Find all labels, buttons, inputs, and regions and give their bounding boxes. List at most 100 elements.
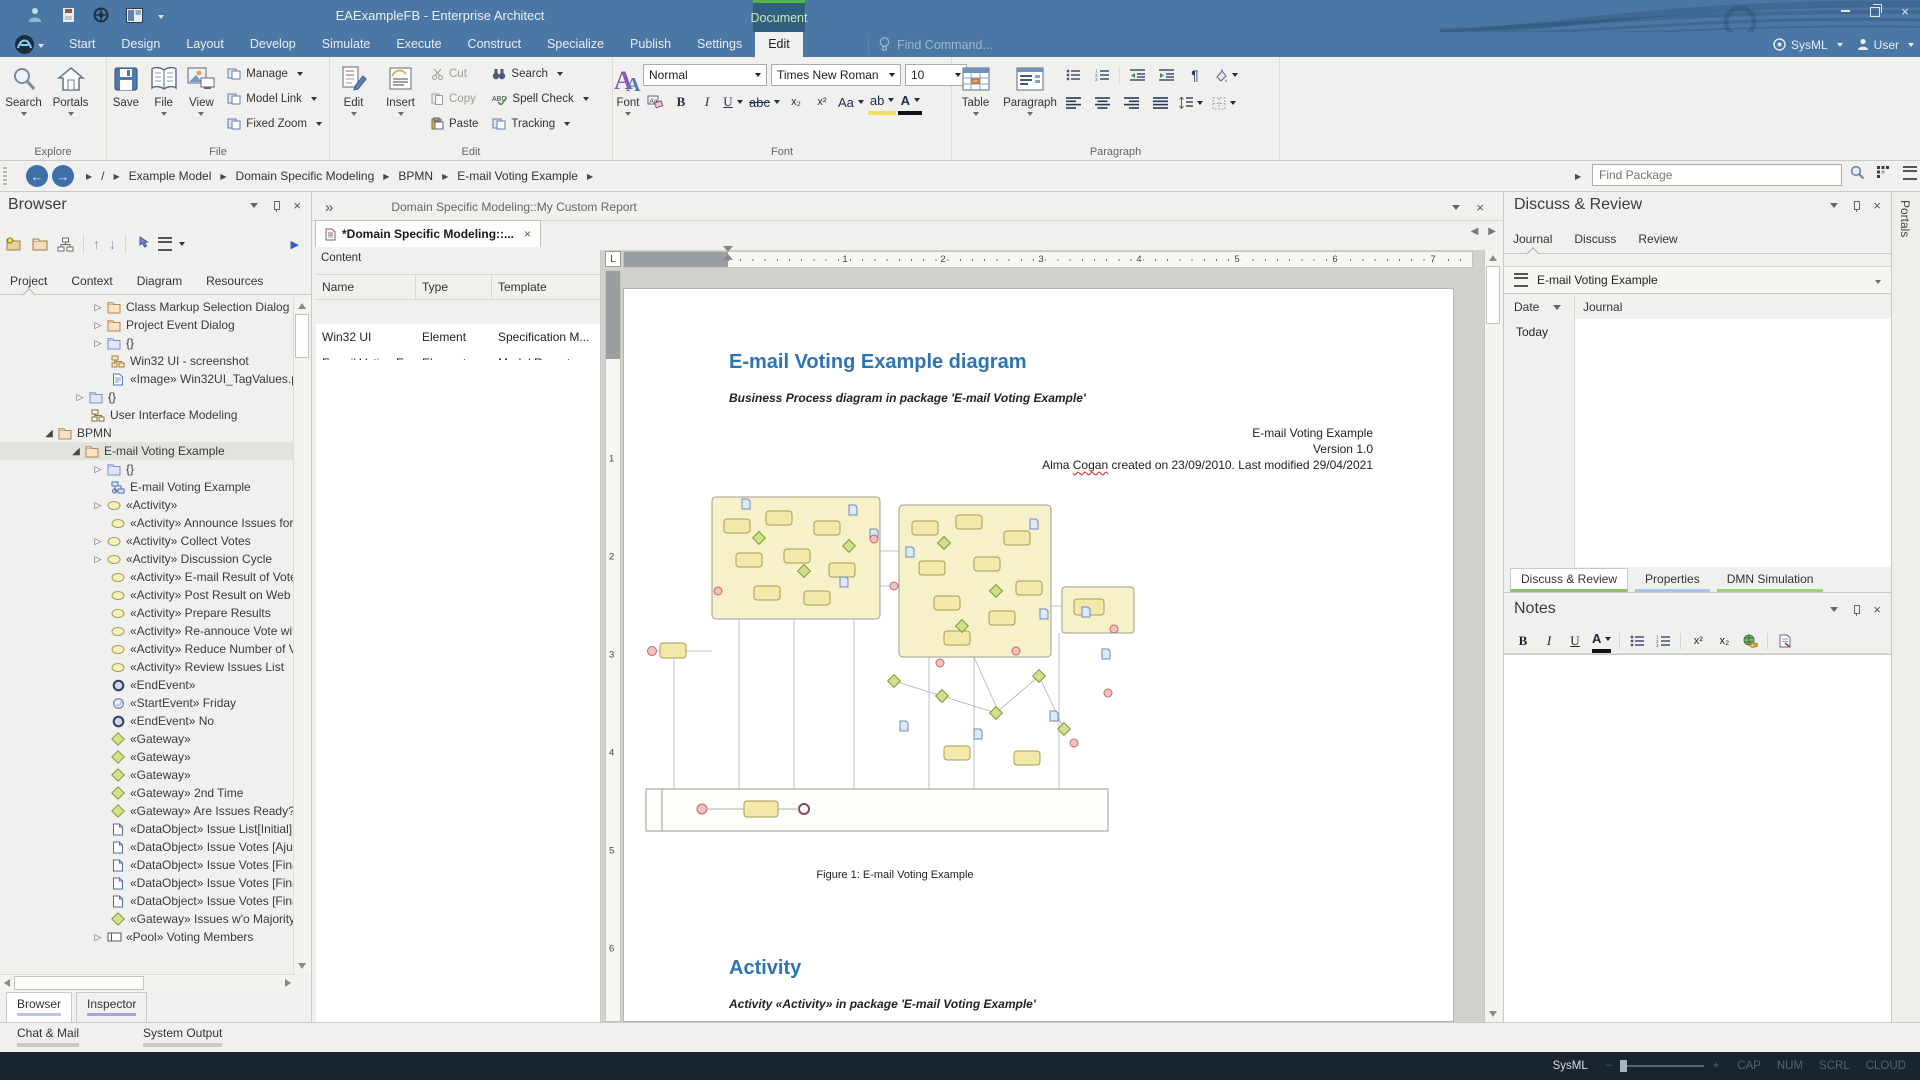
tree-item-activity[interactable]: ▷«Activity» — [0, 496, 294, 514]
tree-item-gateway-2nd-time[interactable]: «Gateway» 2nd Time — [0, 784, 294, 802]
tree-item-endevent-no[interactable]: «EndEvent» No — [0, 712, 294, 730]
document-page[interactable]: E-mail Voting Example diagram Business P… — [623, 288, 1454, 1022]
browser-menu-icon[interactable] — [250, 203, 258, 208]
font-color-button[interactable]: A — [898, 89, 922, 115]
change-case-button[interactable]: Aa — [836, 91, 866, 113]
move-up-icon[interactable]: ↑ — [93, 236, 100, 252]
browser-hamburger-menu[interactable] — [158, 237, 185, 251]
tree-expand-icon[interactable]: ▷ — [90, 932, 106, 943]
notes-subscript-button[interactable]: x₂ — [1715, 631, 1733, 651]
notes-bullet-list-button[interactable] — [1628, 631, 1646, 651]
tree-item-activity-review-issues-list[interactable]: «Activity» Review Issues List — [0, 658, 294, 676]
bold-button[interactable]: B — [669, 91, 693, 113]
navigation-menu-icon[interactable] — [1903, 166, 1917, 180]
tree-item-[interactable]: ▷{} — [0, 460, 294, 478]
tree-item-e-mail-voting-example[interactable]: E-mail Voting Example — [0, 478, 294, 496]
tree-item-activity-collect-votes[interactable]: ▷«Activity» Collect Votes — [0, 532, 294, 550]
document-pane-close-icon[interactable]: × — [1476, 201, 1484, 214]
fixed-zoom-button[interactable]: Fixed Zoom — [220, 111, 329, 136]
breadcrumb-item-example-model[interactable]: Example Model — [129, 169, 212, 183]
tree-collapse-icon[interactable]: ◢ — [68, 446, 84, 457]
tree-item-[interactable]: ▷{} — [0, 334, 294, 352]
ribbon-tab-specialize[interactable]: Specialize — [534, 32, 617, 57]
content-col-template[interactable]: Template — [492, 275, 600, 299]
horizontal-ruler[interactable]: 1234567 — [623, 251, 1473, 268]
tree-item-gateway[interactable]: «Gateway» — [0, 748, 294, 766]
vertical-ruler[interactable]: 123456 — [605, 270, 621, 1022]
package-icon[interactable] — [32, 237, 48, 251]
tree-item-gateway[interactable]: «Gateway» — [0, 766, 294, 784]
increase-indent-button[interactable] — [1154, 64, 1178, 86]
save-all-icon[interactable] — [59, 5, 77, 25]
tree-expand-icon[interactable]: ▷ — [90, 536, 106, 547]
journal-row-today[interactable]: Today — [1504, 325, 1548, 339]
format-eraser-icon[interactable]: Aa — [643, 91, 667, 113]
tab-close-icon[interactable]: × — [524, 227, 531, 241]
ribbon-tab-layout[interactable]: Layout — [173, 32, 237, 57]
find-package-input[interactable] — [1592, 164, 1842, 186]
view-button[interactable]: View — [183, 60, 221, 136]
notes-font-color-button[interactable]: A — [1592, 629, 1611, 653]
manage-button[interactable]: Manage — [220, 61, 329, 86]
document-vertical-scrollbar[interactable] — [1484, 250, 1502, 1022]
find-command-box[interactable]: Find Command... — [868, 34, 993, 55]
strikethrough-button[interactable]: abc — [747, 91, 782, 113]
save-button[interactable]: Save — [107, 60, 145, 136]
ruler-corner-box[interactable]: L — [605, 251, 621, 267]
find-package-expand-icon[interactable]: ▶ — [1575, 172, 1581, 181]
align-right-button[interactable] — [1119, 92, 1143, 114]
browser-tab-project[interactable]: Project — [10, 268, 47, 294]
align-left-button[interactable] — [1061, 92, 1085, 114]
tree-item-class-markup-selection-dialog[interactable]: ▷Class Markup Selection Dialog — [0, 298, 294, 316]
tab-scroll-left-icon[interactable]: ◀ — [1471, 226, 1479, 237]
tree-item-activity-discussion-cycle[interactable]: ▷«Activity» Discussion Cycle — [0, 550, 294, 568]
numbered-list-button[interactable]: 123 — [1090, 64, 1114, 86]
breadcrumb-item-e-mail-voting-example[interactable]: E-mail Voting Example — [457, 169, 578, 183]
panel-tab-discuss-review[interactable]: Discuss & Review — [1510, 568, 1628, 592]
notes-numbered-list-button[interactable]: 123 — [1654, 631, 1672, 651]
tree-item-activity-prepare-results[interactable]: «Activity» Prepare Results — [0, 604, 294, 622]
notes-close-icon[interactable]: × — [1873, 603, 1881, 616]
browser-pin-icon[interactable] — [270, 199, 281, 211]
panel-tab-properties[interactable]: Properties — [1635, 568, 1710, 592]
ribbon-tab-design[interactable]: Design — [108, 32, 173, 57]
browser-close-icon[interactable]: × — [293, 199, 301, 212]
perspective-switcher[interactable]: SysML — [1773, 38, 1843, 52]
forward-button[interactable]: → — [52, 165, 74, 187]
model-structure-icon[interactable] — [57, 237, 74, 252]
tree-item-win32-ui-screenshot[interactable]: Win32 UI - screenshot — [0, 352, 294, 370]
tab-scroll-right-icon[interactable]: ▶ — [1488, 226, 1496, 237]
notes-text-area[interactable] — [1504, 654, 1891, 1022]
close-button[interactable]: × — [1898, 4, 1912, 18]
breadcrumb-item-domain-specific-modeling[interactable]: Domain Specific Modeling — [236, 169, 375, 183]
model-link-button[interactable]: Model Link — [220, 86, 329, 111]
ribbon-tab-publish[interactable]: Publish — [617, 32, 684, 57]
discuss-col-date[interactable]: Date — [1504, 300, 1574, 314]
user-session-icon[interactable] — [26, 5, 44, 25]
browser-tab-resources[interactable]: Resources — [206, 268, 263, 294]
tree-collapse-icon[interactable]: ◢ — [41, 428, 57, 439]
tree-item-endevent[interactable]: «EndEvent» — [0, 676, 294, 694]
discuss-element-selector[interactable]: E-mail Voting Example — [1504, 266, 1891, 294]
report-document-tab[interactable]: *Domain Specific Modeling::... × — [315, 220, 541, 247]
notes-document-icon[interactable] — [1776, 631, 1794, 651]
tracking-button[interactable]: Tracking — [485, 111, 595, 136]
user-menu[interactable]: User — [1857, 38, 1914, 52]
line-spacing-button[interactable] — [1177, 92, 1205, 114]
notes-underline-button[interactable]: U — [1566, 631, 1584, 651]
tree-item-e-mail-voting-example[interactable]: ◢E-mail Voting Example — [0, 442, 294, 460]
content-col-type[interactable]: Type — [416, 275, 492, 299]
tree-item-activity-e-mail-result-of-vote[interactable]: «Activity» E-mail Result of Vote — [0, 568, 294, 586]
app-logo[interactable] — [14, 34, 48, 55]
locate-element-icon[interactable] — [135, 236, 149, 252]
tree-item-gateway-issues-w-o-majority[interactable]: «Gateway» Issues w'o Majority? — [0, 910, 294, 928]
panel-tab-dmn-simulation[interactable]: DMN Simulation — [1717, 568, 1824, 592]
font-button[interactable]: AA Font — [613, 60, 643, 136]
ribbon-tab-start[interactable]: Start — [56, 32, 108, 57]
shading-button[interactable] — [1212, 64, 1240, 86]
tree-item-activity-reduce-number-of-vo[interactable]: «Activity» Reduce Number of Vo — [0, 640, 294, 658]
browser-expand-icon[interactable]: ▶ — [291, 238, 299, 251]
browser-horizontal-scrollbar[interactable] — [0, 974, 295, 992]
tree-item-dataobject-issue-votes-final[interactable]: «DataObject» Issue Votes [Final] — [0, 874, 294, 892]
tree-expand-icon[interactable]: ▷ — [90, 320, 106, 331]
